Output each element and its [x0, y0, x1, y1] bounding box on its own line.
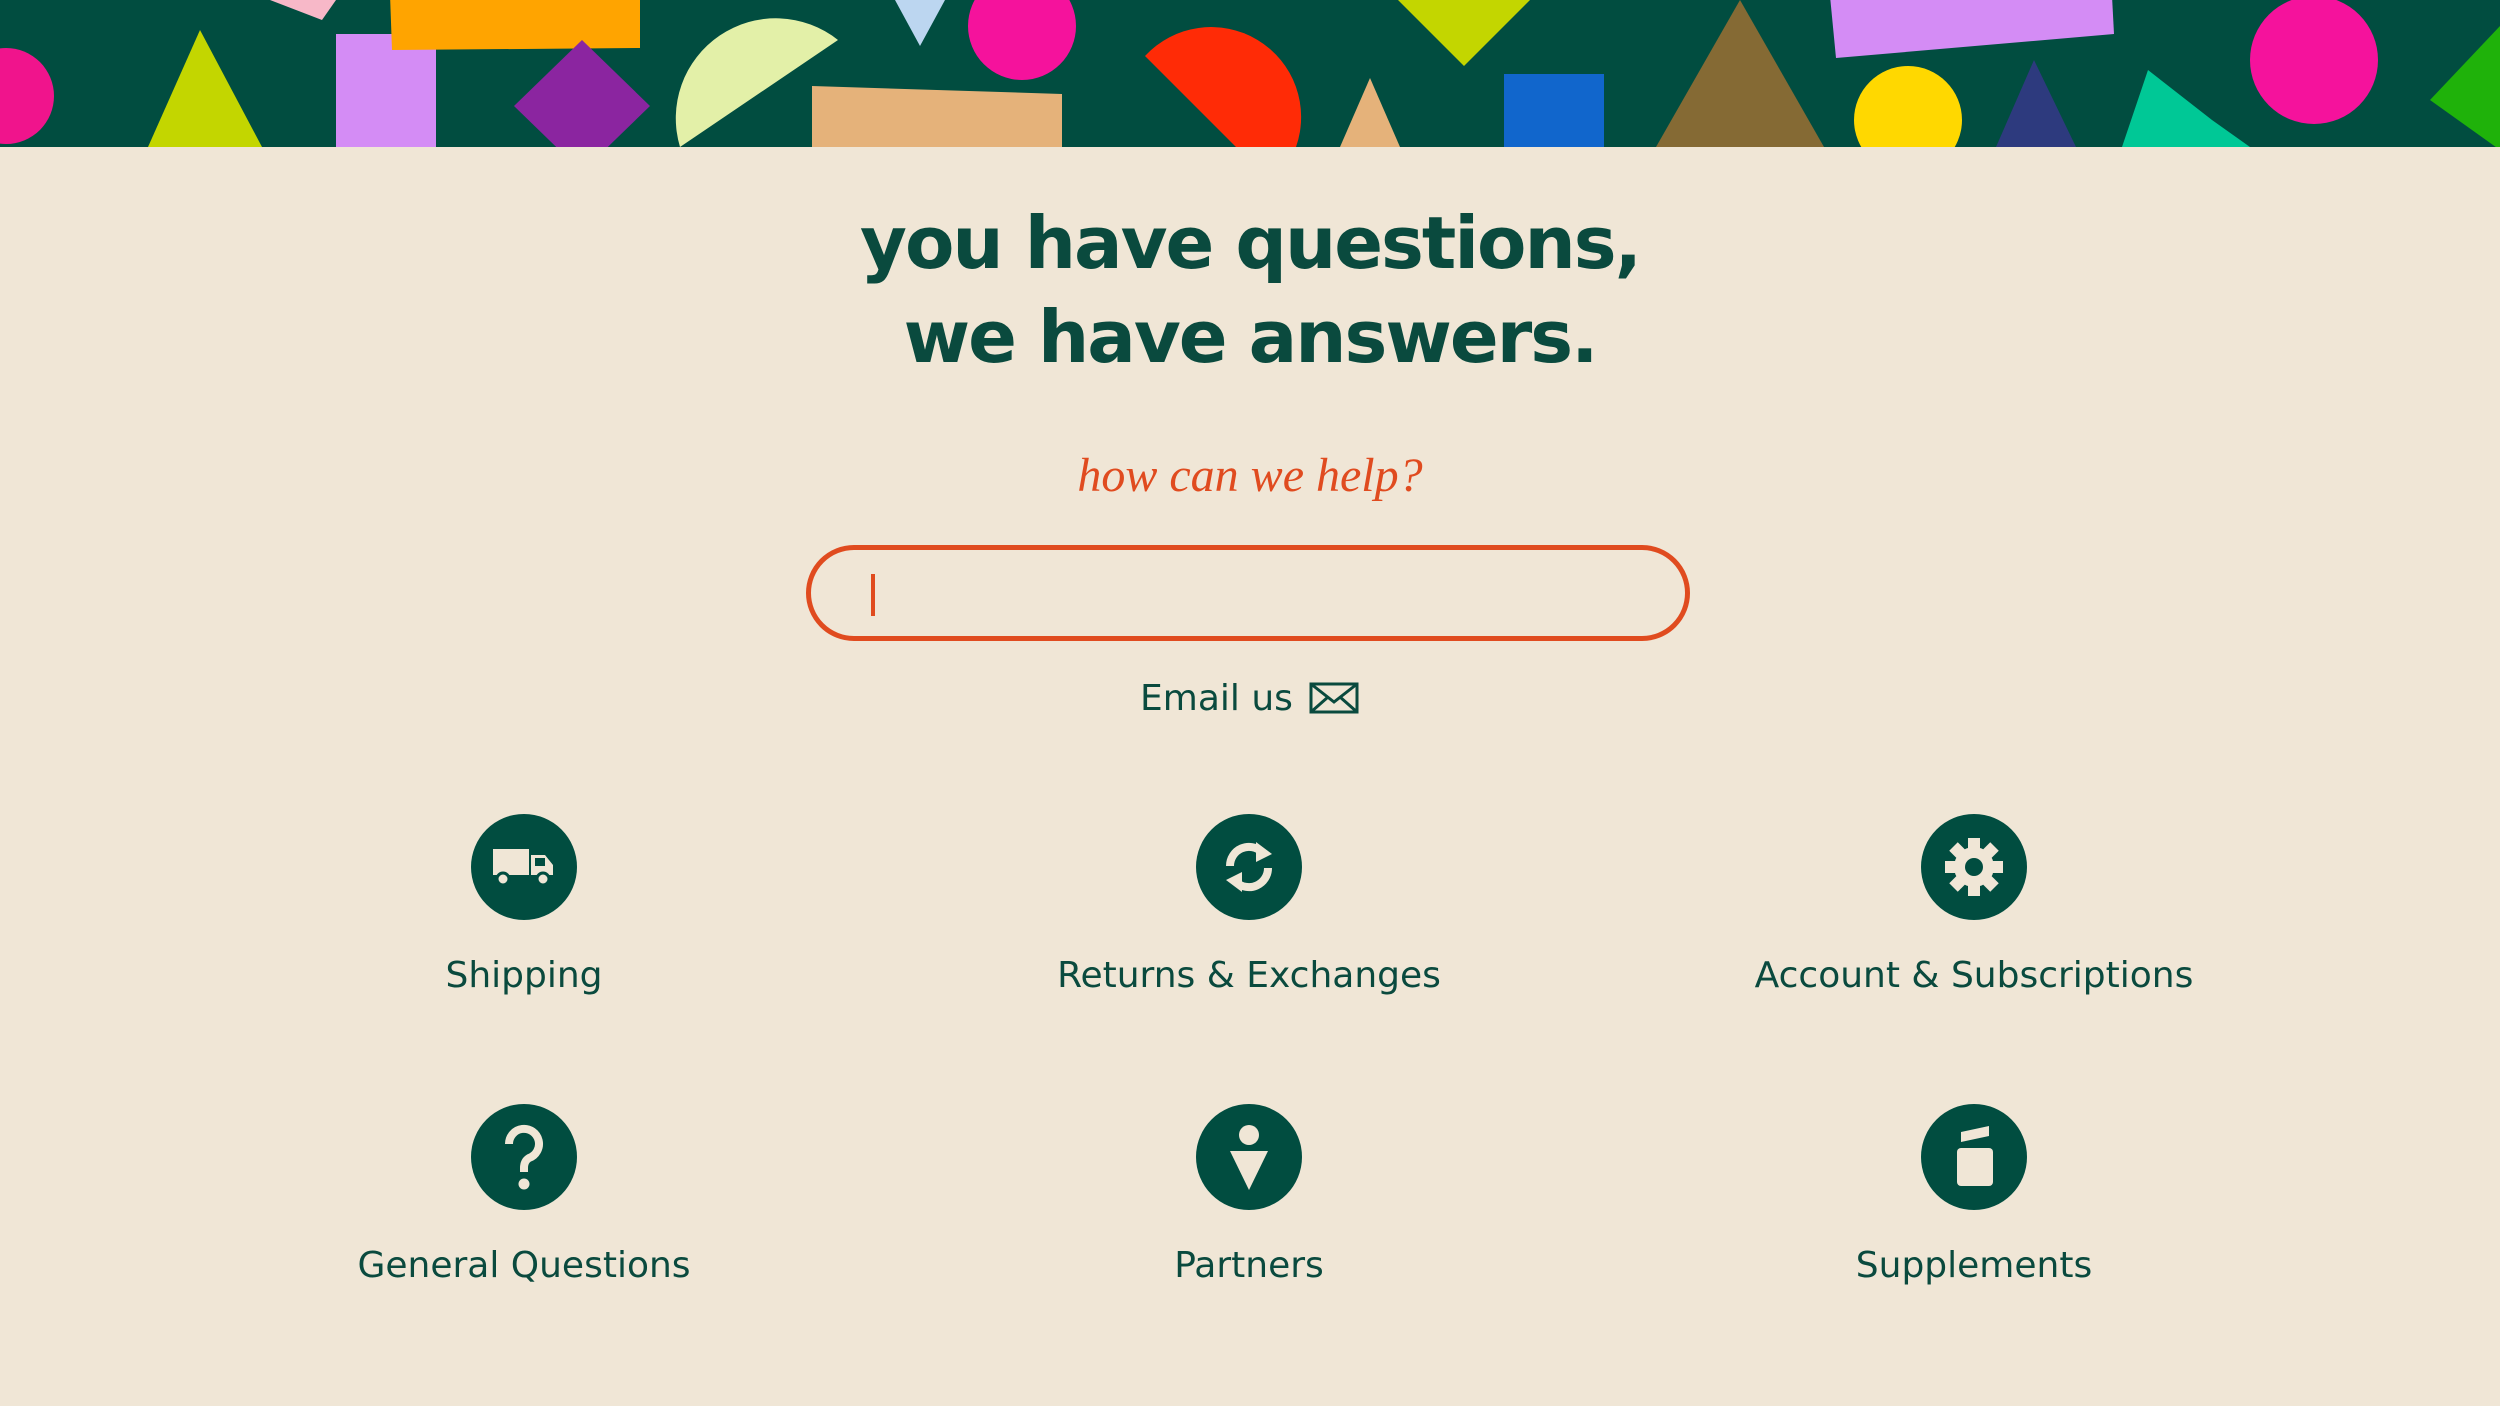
- category-general-questions[interactable]: General Questions: [214, 1104, 834, 1288]
- email-us-label: Email us: [1140, 677, 1293, 719]
- page-title: you have questions, we have answers.: [0, 196, 2500, 384]
- text-cursor: [871, 574, 875, 616]
- page-title-line-1: you have questions,: [860, 201, 1642, 285]
- envelope-icon: [1309, 682, 1359, 714]
- geometric-shapes-pattern: [0, 0, 2500, 147]
- category-label: General Questions: [357, 1245, 691, 1286]
- search-prompt: how can we help?: [1077, 449, 1423, 502]
- truck-icon: [471, 814, 577, 920]
- category-label: Returns & Exchanges: [1057, 955, 1441, 996]
- decorative-banner: [0, 0, 2500, 147]
- page-title-line-2: we have answers.: [903, 295, 1599, 379]
- category-label: Shipping: [445, 955, 603, 996]
- category-supplements[interactable]: Supplements: [1664, 1104, 2284, 1288]
- category-account-subscriptions[interactable]: Account & Subscriptions: [1664, 814, 2284, 998]
- person-icon: [1196, 1104, 1302, 1210]
- category-returns-exchanges[interactable]: Returns & Exchanges: [939, 814, 1559, 998]
- search-field[interactable]: [806, 545, 1690, 641]
- search-input[interactable]: [859, 568, 1643, 620]
- category-partners[interactable]: Partners: [939, 1104, 1559, 1288]
- supplement-jar-icon: [1921, 1104, 2027, 1210]
- question-mark-icon: [471, 1104, 577, 1210]
- exchange-arrows-icon: [1196, 814, 1302, 920]
- category-shipping[interactable]: Shipping: [214, 814, 834, 998]
- category-label: Partners: [1174, 1245, 1324, 1286]
- category-label: Supplements: [1855, 1245, 2093, 1286]
- gear-icon: [1921, 814, 2027, 920]
- email-us-link[interactable]: Email us: [1140, 674, 1359, 722]
- category-label: Account & Subscriptions: [1754, 955, 2194, 996]
